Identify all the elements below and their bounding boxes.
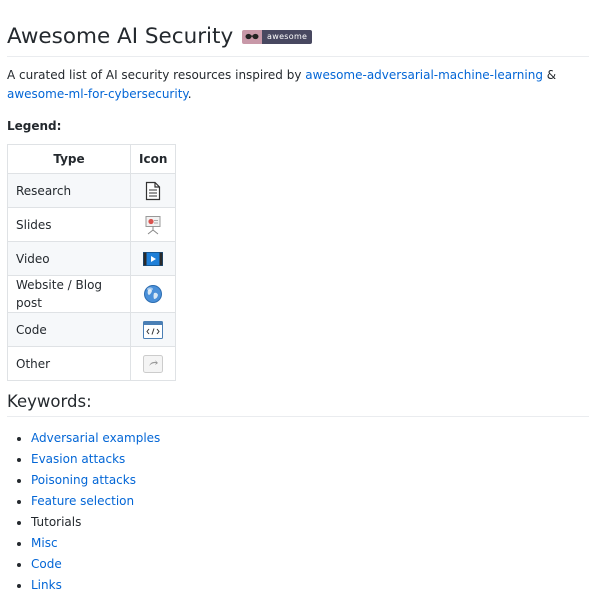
readme-page: Awesome AI Security awesome A curated li… [0, 0, 589, 606]
document-icon [139, 181, 167, 201]
intro-ampersand: & [542, 68, 557, 82]
intro-text: A curated list of AI security resources … [7, 68, 306, 82]
table-row: Video [7, 241, 177, 276]
page-title-text: Awesome AI Security [7, 24, 234, 49]
list-item: Code [31, 554, 160, 575]
list-item: Evasion attacks [31, 449, 160, 470]
legend-icon-cell [129, 346, 177, 381]
awesome-badge[interactable]: awesome [242, 29, 313, 44]
legend-label: Legend: [7, 119, 62, 133]
legend-icon-cell [129, 241, 177, 276]
legend-header-row: Type Icon [7, 144, 177, 174]
intro-paragraph: A curated list of AI security resources … [7, 66, 587, 104]
keyword-link-feature-selection[interactable]: Feature selection [31, 494, 134, 508]
keyword-link-code[interactable]: Code [31, 557, 62, 571]
list-item: Poisoning attacks [31, 470, 160, 491]
awesome-badge-label: awesome [262, 29, 313, 44]
legend-type-cell: Other [7, 346, 131, 381]
table-row: Other [7, 346, 177, 381]
list-item: Adversarial examples [31, 428, 160, 449]
list-item: Feature selection [31, 491, 160, 512]
keyword-tutorials: Tutorials [31, 515, 82, 529]
legend-type-cell: Research [7, 173, 131, 208]
legend-type-cell: Slides [7, 207, 131, 242]
link-awesome-ml-for-cybersecurity[interactable]: awesome-ml-for-cybersecurity [7, 87, 188, 101]
legend-type-cell: Code [7, 312, 131, 347]
table-row: Research [7, 173, 177, 208]
intro-period: . [187, 87, 192, 101]
keyword-link-misc[interactable]: Misc [31, 536, 58, 550]
globe-icon [139, 284, 167, 304]
table-row: Code [7, 312, 177, 347]
keyword-link-poisoning-attacks[interactable]: Poisoning attacks [31, 473, 136, 487]
table-row: Website / Blog post [7, 275, 177, 313]
presentation-icon [139, 215, 167, 235]
page-title: Awesome AI Security awesome [7, 22, 589, 57]
legend-type-cell: Website / Blog post [7, 275, 131, 313]
keyword-link-evasion-attacks[interactable]: Evasion attacks [31, 452, 125, 466]
keywords-heading: Keywords: [7, 390, 589, 417]
keyword-link-links[interactable]: Links [31, 578, 62, 592]
legend-type-cell: Video [7, 241, 131, 276]
video-icon [139, 251, 167, 267]
other-icon [139, 354, 167, 373]
legend-icon-cell [129, 173, 177, 208]
legend-header-icon: Icon [129, 144, 177, 174]
table-row: Slides [7, 207, 177, 242]
legend-header-type: Type [7, 144, 131, 174]
legend-table: Type Icon Research Slides Video Website … [7, 144, 177, 381]
link-awesome-adversarial-ml[interactable]: awesome-adversarial-machine-learning [305, 68, 543, 82]
sunglasses-icon [242, 29, 263, 44]
legend-icon-cell [129, 275, 177, 313]
legend-icon-cell [129, 312, 177, 347]
list-item: Links [31, 575, 160, 596]
list-item: Misc [31, 533, 160, 554]
code-icon [139, 320, 167, 339]
keyword-link-adversarial-examples[interactable]: Adversarial examples [31, 431, 160, 445]
legend-icon-cell [129, 207, 177, 242]
keywords-list: Adversarial examples Evasion attacks Poi… [7, 428, 160, 596]
list-item: Tutorials [31, 512, 160, 533]
